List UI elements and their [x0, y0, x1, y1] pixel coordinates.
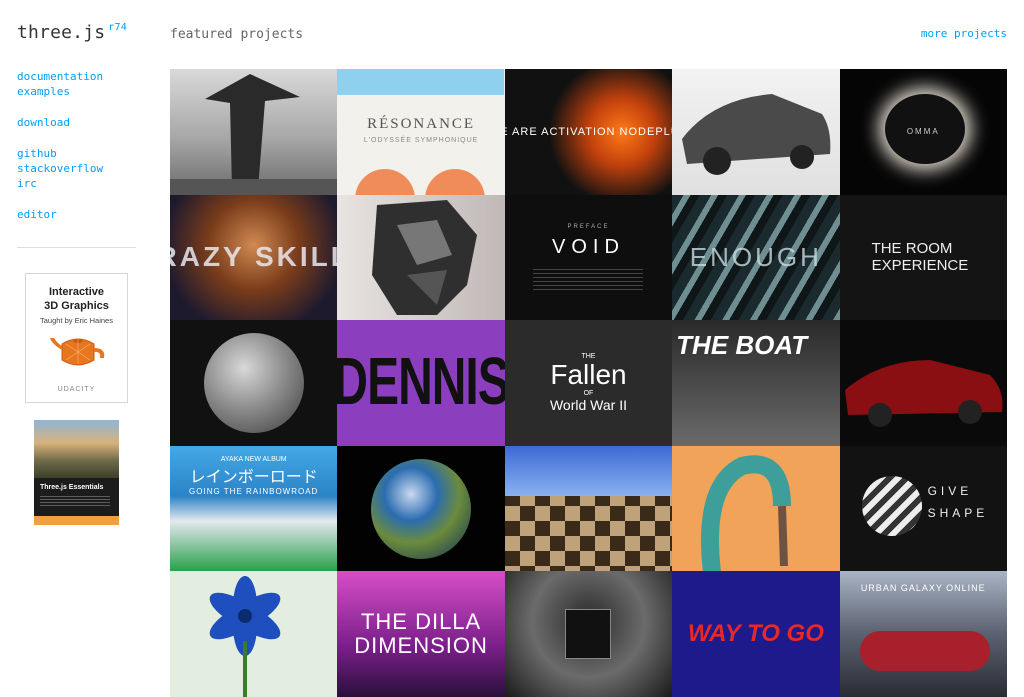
project-tile-14[interactable]: THE BOAT: [672, 320, 840, 446]
project-16-pre: AYAKA NEW ALBUM: [220, 455, 287, 463]
project-tile-25[interactable]: URBAN GALAXY ONLINE: [839, 571, 1007, 697]
project-13-mid: OF: [583, 389, 594, 397]
project-tile-8[interactable]: PREFACE VOID: [504, 194, 673, 321]
project-8-subtitle: PREFACE: [567, 223, 610, 230]
project-6-title: RAZY SKILL: [170, 241, 337, 273]
nav-stackoverflow[interactable]: stackoverflow: [17, 162, 103, 175]
project-tile-5[interactable]: OMMA: [839, 69, 1007, 195]
nav-documentation[interactable]: documentation: [17, 70, 103, 83]
project-9-title: ENOUGH: [689, 241, 822, 272]
logo[interactable]: three.js r74: [17, 22, 127, 43]
project-8-title: VOID: [552, 235, 625, 258]
car-shape: [682, 94, 831, 175]
book-ad[interactable]: Three.js Essentials: [34, 420, 119, 525]
project-3-title: WE ARE ACTIVATION NODEPLUS: [505, 125, 672, 138]
project-tile-23[interactable]: [504, 571, 673, 697]
project-tile-21[interactable]: [170, 571, 338, 697]
project-tile-18[interactable]: [504, 445, 673, 572]
project-tile-4[interactable]: [672, 69, 840, 195]
teapot-icon: [50, 338, 105, 366]
project-tile-17[interactable]: [337, 445, 505, 572]
project-20-title: GIVE: [927, 483, 973, 498]
project-tile-22[interactable]: THE DILLA DIMENSION: [337, 571, 505, 697]
project-16-subtitle: GOING THE RAINBOWROAD: [189, 486, 319, 496]
book-subtitle-lines: [40, 496, 110, 506]
book-cover-photo: [34, 420, 119, 478]
page-title: featured projects: [170, 27, 304, 42]
udacity-course-ad[interactable]: Interactive 3D Graphics Taught by Eric H…: [25, 273, 128, 403]
ad-title-line1: Interactive: [48, 286, 105, 298]
project-tile-1[interactable]: [170, 69, 338, 195]
udacity-brand: UDACITY: [57, 386, 96, 393]
sidebar: three.js r74 documentation examples downl…: [0, 0, 152, 697]
project-tile-12[interactable]: DENNIS: [337, 320, 505, 446]
book-publisher-bar: [34, 516, 119, 525]
project-14-title: THE BOAT: [676, 330, 808, 361]
projects-grid: RÉSONANCE L'ODYSSÉE SYMPHONIQUE WE ARE A…: [170, 69, 1007, 697]
project-25-title: URBAN GALAXY ONLINE: [860, 583, 986, 594]
revision-label: r74: [108, 22, 127, 33]
project-tile-3[interactable]: WE ARE ACTIVATION NODEPLUS: [504, 69, 673, 195]
project-12-title: DENNIS: [337, 345, 505, 421]
abstract-leg-shape: [701, 455, 792, 572]
more-projects-link[interactable]: more projects: [921, 27, 1007, 40]
project-13-subtitle: World War II: [549, 396, 627, 413]
project-tile-2[interactable]: RÉSONANCE L'ODYSSÉE SYMPHONIQUE: [337, 69, 505, 195]
project-13-title: Fallen: [550, 358, 627, 390]
project-2-title: RÉSONANCE: [367, 115, 476, 132]
nav-examples[interactable]: examples: [17, 85, 70, 98]
nav-irc[interactable]: irc: [17, 177, 37, 190]
project-tile-6[interactable]: RAZY SKILL: [170, 194, 338, 321]
nav-editor[interactable]: editor: [17, 208, 57, 221]
project-tile-24[interactable]: WAY TO GO: [672, 571, 840, 697]
project-13-pre: THE: [581, 352, 596, 360]
project-tile-7[interactable]: [337, 194, 505, 321]
project-tile-10[interactable]: THE ROOM EXPERIENCE: [839, 194, 1007, 321]
project-tile-19[interactable]: [672, 445, 840, 572]
red-car-shape: [844, 360, 1003, 428]
project-10-subtitle: EXPERIENCE: [871, 257, 969, 275]
project-tile-15[interactable]: [839, 320, 1007, 446]
project-22-title: THE DILLA: [360, 609, 482, 635]
project-20-subtitle: SHAPE: [927, 505, 989, 520]
logo-text[interactable]: three.js: [17, 22, 105, 43]
nav-download[interactable]: download: [17, 116, 70, 129]
book-title: Three.js Essentials: [40, 484, 104, 491]
blue-flower-shape: [209, 576, 281, 697]
sidebar-divider: [17, 247, 136, 248]
project-tile-9[interactable]: ENOUGH: [672, 194, 840, 321]
project-2-subtitle: L'ODYSSÉE SYMPHONIQUE: [363, 136, 479, 144]
project-22-subtitle: DIMENSION: [354, 633, 488, 659]
lowpoly-head-shape: [372, 199, 478, 315]
project-tile-16[interactable]: AYAKA NEW ALBUM レインボーロード GOING THE RAINB…: [170, 445, 338, 572]
project-tile-13[interactable]: THE Fallen OF World War II: [504, 320, 673, 446]
monolith-shape: [170, 74, 337, 195]
project-tile-11[interactable]: [170, 320, 338, 446]
ad-instructor: Taught by Eric Haines: [40, 316, 113, 325]
ad-title-line2: 3D Graphics: [44, 300, 109, 312]
project-16-title: レインボーロード: [189, 468, 318, 486]
nav-github[interactable]: github: [17, 147, 57, 160]
project-24-title: WAY TO GO: [687, 620, 824, 648]
project-10-title: THE ROOM: [871, 240, 953, 258]
project-tile-20[interactable]: GIVE SHAPE: [839, 445, 1007, 572]
